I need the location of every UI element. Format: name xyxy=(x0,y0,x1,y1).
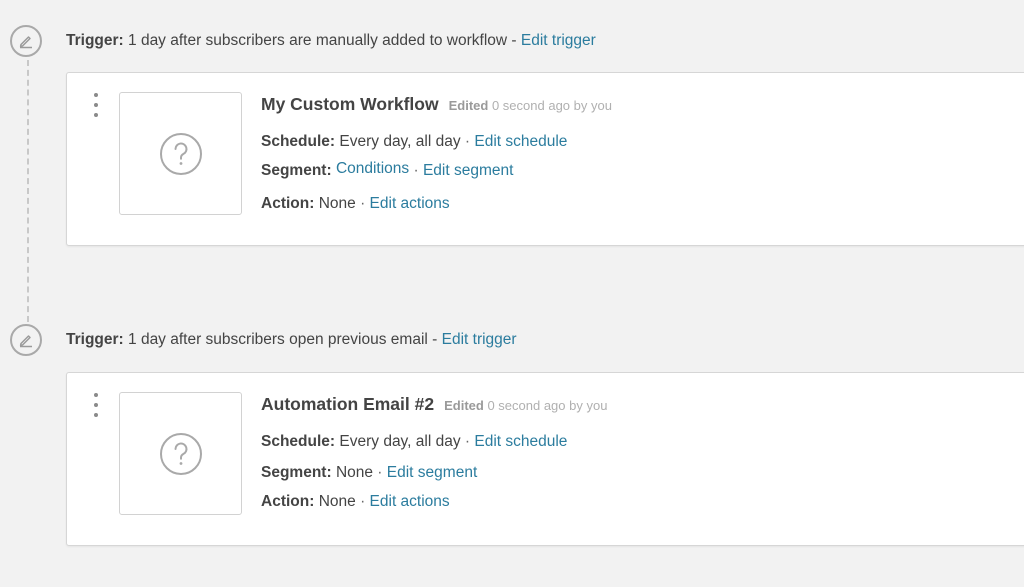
trigger-text: 1 day after subscribers open previous em… xyxy=(128,331,442,348)
trigger-row-1: Trigger: 1 day after subscribers are man… xyxy=(10,23,596,59)
edited-meta: Edited 0 second ago by you xyxy=(444,398,608,413)
email-thumbnail[interactable] xyxy=(119,92,242,215)
segment-label: Segment: xyxy=(261,464,332,481)
edit-schedule-link[interactable]: Edit schedule xyxy=(474,433,567,450)
schedule-value: Every day, all day xyxy=(339,133,461,150)
edit-actions-link[interactable]: Edit actions xyxy=(370,195,450,212)
email-card-2: Automation Email #2 Edited 0 second ago … xyxy=(66,372,1024,546)
edited-meta: Edited 0 second ago by you xyxy=(448,98,612,113)
segment-label: Segment: xyxy=(261,162,332,179)
schedule-label: Schedule: xyxy=(261,433,336,450)
trigger-label: Trigger: xyxy=(66,32,124,49)
schedule-value: Every day, all day xyxy=(339,433,461,450)
edit-segment-link[interactable]: Edit segment xyxy=(387,464,477,481)
segment-line: Segment: None · Edit segment xyxy=(261,464,478,481)
edit-segment-link[interactable]: Edit segment xyxy=(423,162,513,179)
schedule-line: Schedule: Every day, all day · Edit sche… xyxy=(261,133,568,150)
email-thumbnail[interactable] xyxy=(119,392,242,515)
card-title-row: My Custom Workflow Edited 0 second ago b… xyxy=(261,94,612,115)
edit-trigger-link[interactable]: Edit trigger xyxy=(521,32,596,49)
schedule-line: Schedule: Every day, all day · Edit sche… xyxy=(261,433,568,450)
trigger-row-2: Trigger: 1 day after subscribers open pr… xyxy=(10,322,517,358)
email-title[interactable]: Automation Email #2 xyxy=(261,394,434,415)
trigger-label: Trigger: xyxy=(66,331,124,348)
action-label: Action: xyxy=(261,493,315,510)
action-line: Action: None · Edit actions xyxy=(261,493,450,510)
segment-conditions-link[interactable]: Conditions xyxy=(336,160,409,177)
kebab-menu-icon[interactable] xyxy=(91,93,101,117)
segment-value: None xyxy=(335,464,373,481)
schedule-label: Schedule: xyxy=(261,133,336,150)
email-card-1: My Custom Workflow Edited 0 second ago b… xyxy=(66,72,1024,246)
email-title[interactable]: My Custom Workflow xyxy=(261,94,439,115)
edit-actions-link[interactable]: Edit actions xyxy=(370,493,450,510)
action-label: Action: xyxy=(261,195,315,212)
timeline-connector xyxy=(27,60,29,322)
action-value: None xyxy=(318,493,356,510)
trigger-description: Trigger: 1 day after subscribers open pr… xyxy=(66,331,517,349)
pencil-icon[interactable] xyxy=(10,324,42,356)
trigger-text: 1 day after subscribers are manually add… xyxy=(128,32,521,49)
edit-trigger-link[interactable]: Edit trigger xyxy=(442,331,517,348)
question-mark-icon xyxy=(159,432,202,475)
trigger-description: Trigger: 1 day after subscribers are man… xyxy=(66,32,596,50)
card-title-row: Automation Email #2 Edited 0 second ago … xyxy=(261,394,607,415)
kebab-menu-icon[interactable] xyxy=(91,393,101,417)
action-line: Action: None · Edit actions xyxy=(261,195,450,212)
action-value: None xyxy=(318,195,356,212)
pencil-icon[interactable] xyxy=(10,25,42,57)
edit-schedule-link[interactable]: Edit schedule xyxy=(474,133,567,150)
question-mark-icon xyxy=(159,132,202,175)
segment-line: Segment: Conditions · Edit segment xyxy=(261,160,514,179)
